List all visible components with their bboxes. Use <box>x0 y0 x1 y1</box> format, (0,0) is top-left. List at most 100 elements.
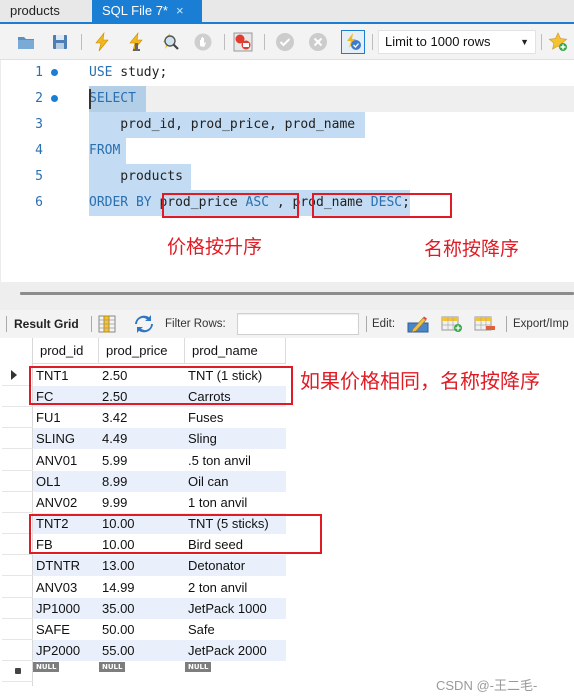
rollback-icon[interactable] <box>308 32 328 52</box>
annotation-name-desc: 名称按降序 <box>424 238 520 260</box>
result-toolbar: Result Grid Filter Rows: Edit: Export/Im… <box>0 310 574 338</box>
row-header[interactable] <box>2 598 33 619</box>
tab-label: products <box>10 3 60 18</box>
cell-prod-price[interactable]: 3.42 <box>99 407 185 428</box>
column-header-prod-price[interactable]: prod_price <box>99 338 185 364</box>
cell-prod-name[interactable]: 1 ton anvil <box>185 492 286 513</box>
cell-prod-price[interactable]: 35.00 <box>99 598 185 619</box>
toolbar-separator <box>372 34 373 50</box>
cell-prod-name[interactable]: .5 ton anvil <box>185 450 286 471</box>
export-import-label[interactable]: Export/Imp <box>513 310 569 338</box>
table-row[interactable]: DTNTR 13.00 Detonator <box>33 555 286 577</box>
toggle-error-icon[interactable] <box>233 32 253 52</box>
save-icon[interactable] <box>50 32 70 52</box>
table-row[interactable]: SLING 4.49 Sling <box>33 428 286 450</box>
row-header[interactable] <box>2 619 33 640</box>
row-header[interactable] <box>2 577 33 598</box>
tab-sql-file[interactable]: SQL File 7* × <box>92 0 202 22</box>
new-row-header[interactable] <box>2 661 33 683</box>
cell-prod-id[interactable]: ANV02 <box>33 492 99 513</box>
insert-row-icon[interactable] <box>441 315 463 333</box>
cell-prod-price[interactable]: 4.49 <box>99 428 185 449</box>
cell-prod-id[interactable]: ANV01 <box>33 450 99 471</box>
tab-products[interactable]: products <box>0 0 90 22</box>
cell-prod-id[interactable]: JP2000 <box>33 640 99 661</box>
new-row[interactable]: NULL NULL NULL <box>33 661 286 682</box>
editor-line: 1 USE study; <box>1 60 574 86</box>
add-snippet-icon[interactable] <box>548 32 568 52</box>
table-row[interactable]: ANV02 9.99 1 ton anvil <box>33 492 286 513</box>
table-row[interactable]: SAFE 50.00 Safe <box>33 619 286 640</box>
open-folder-icon[interactable] <box>16 32 36 52</box>
cell-prod-price[interactable]: 5.99 <box>99 450 185 471</box>
row-header[interactable] <box>2 428 33 450</box>
close-icon[interactable]: × <box>176 3 184 18</box>
table-row[interactable]: FU1 3.42 Fuses <box>33 407 286 428</box>
stop-icon[interactable] <box>193 32 213 52</box>
cell-prod-id[interactable]: FU1 <box>33 407 99 428</box>
sql-editor[interactable]: 1 USE study; 2 SELECT 3 prod_id, prod_pr… <box>0 60 574 282</box>
row-header[interactable] <box>2 492 33 513</box>
table-row[interactable]: ANV01 5.99.5 ton anvil <box>33 450 286 471</box>
explain-icon[interactable] <box>160 32 180 52</box>
statement-marker-icon <box>51 69 58 76</box>
splitter-handle[interactable] <box>20 292 574 295</box>
autocommit-icon[interactable] <box>341 30 365 54</box>
delete-row-icon[interactable] <box>474 315 496 333</box>
line-number: 6 <box>35 195 43 210</box>
cell-prod-price[interactable]: 14.99 <box>99 577 185 598</box>
cell-prod-id[interactable]: DTNTR <box>33 555 99 576</box>
tab-bar: products SQL File 7* × <box>0 0 574 24</box>
cell-prod-name[interactable]: Detonator <box>185 555 286 576</box>
cell-prod-id[interactable]: ANV03 <box>33 577 99 598</box>
filter-rows-input[interactable] <box>237 313 359 335</box>
cell-prod-name[interactable]: JetPack 2000 <box>185 640 286 661</box>
refresh-icon[interactable] <box>134 315 154 333</box>
row-header[interactable] <box>2 555 33 577</box>
cell-prod-price[interactable]: 13.00 <box>99 555 185 576</box>
cell-prod-price[interactable]: 55.00 <box>99 640 185 661</box>
toolbar-separator <box>541 34 542 50</box>
null-badge: NULL <box>99 662 126 673</box>
table-row[interactable]: OL1 8.99 Oil can <box>33 470 286 492</box>
cell-prod-name[interactable]: Sling <box>185 428 286 449</box>
row-header[interactable] <box>2 450 33 471</box>
limit-rows-select[interactable]: Limit to 1000 rows ▼ <box>378 30 536 54</box>
column-header-prod-name[interactable]: prod_name <box>185 338 286 364</box>
table-row[interactable]: ANV03 14.99 2 ton anvil <box>33 577 286 598</box>
cell-prod-name[interactable]: Fuses <box>185 407 286 428</box>
execute-current-icon[interactable] <box>126 32 146 52</box>
cell-prod-price[interactable]: 9.99 <box>99 492 185 513</box>
cell-prod-name[interactable]: Oil can <box>185 471 286 492</box>
row-header[interactable] <box>2 471 33 492</box>
result-grid-tab[interactable]: Result Grid <box>14 310 79 338</box>
panel-splitter[interactable] <box>0 282 574 310</box>
code-text: prod_id, prod_price, prod_name <box>89 112 366 138</box>
cell-prod-id[interactable]: SLING <box>33 428 99 449</box>
row-header[interactable] <box>2 407 33 429</box>
form-view-icon[interactable] <box>98 315 116 333</box>
edit-cell-icon[interactable] <box>407 315 429 333</box>
cell-prod-id[interactable]: OL1 <box>33 471 99 492</box>
result-grid[interactable]: prod_id prod_price prod_name TNT1 2.50 TNT… <box>0 338 574 700</box>
execute-icon[interactable] <box>92 32 112 52</box>
current-line-highlight <box>89 86 574 112</box>
code-text: products <box>89 164 191 190</box>
cell-prod-price[interactable]: 50.00 <box>99 619 185 640</box>
cell-prod-name[interactable]: Safe <box>185 619 286 640</box>
table-row[interactable]: JP1000 35.00 JetPack 1000 <box>33 597 286 619</box>
line-number: 2 <box>35 91 43 106</box>
cell-prod-id[interactable]: SAFE <box>33 619 99 640</box>
column-header-prod-id[interactable]: prod_id <box>33 338 99 364</box>
commit-icon[interactable] <box>275 32 295 52</box>
cell-prod-name[interactable]: 2 ton anvil <box>185 577 286 598</box>
cell-prod-id[interactable]: JP1000 <box>33 598 99 619</box>
row-header[interactable] <box>2 640 33 661</box>
highlight-box-price-asc <box>162 193 299 218</box>
toolbar-separator <box>264 34 265 50</box>
table-row[interactable]: JP2000 55.00 JetPack 2000 <box>33 639 286 661</box>
highlight-box-same-price-2 <box>29 514 322 554</box>
line-number: 4 <box>35 143 43 158</box>
cell-prod-price[interactable]: 8.99 <box>99 471 185 492</box>
cell-prod-name[interactable]: JetPack 1000 <box>185 598 286 619</box>
